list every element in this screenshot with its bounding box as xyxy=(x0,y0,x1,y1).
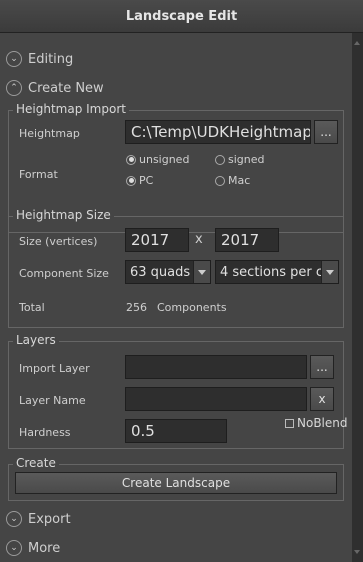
editing-expander[interactable]: ⌄ Editing xyxy=(6,49,73,69)
sections-value: 4 sections per c xyxy=(220,264,321,280)
scroll-down-icon[interactable] xyxy=(354,550,360,554)
hardness-label: Hardness xyxy=(19,426,71,439)
scrollbar[interactable] xyxy=(352,33,363,562)
import-layer-field[interactable] xyxy=(125,355,307,379)
layer-name-label: Layer Name xyxy=(19,394,86,407)
layer-name-field[interactable] xyxy=(125,387,307,411)
layers-title: Layers xyxy=(13,333,59,347)
create-landscape-button[interactable]: Create Landscape xyxy=(15,472,337,494)
radio-signed[interactable]: signed xyxy=(215,153,265,166)
window-title-text: Landscape Edit xyxy=(125,8,238,24)
component-size-value: 63 quads xyxy=(130,264,191,280)
layers-group: Layers Import Layer ... Layer Name x Har… xyxy=(8,333,348,449)
export-expander[interactable]: ⌄ Export xyxy=(6,509,71,529)
format-label: Format xyxy=(19,168,58,181)
sections-select[interactable]: 4 sections per c xyxy=(215,260,339,284)
chevron-down-icon: ⌄ xyxy=(6,51,22,67)
heightmap-import-title: Heightmap Import xyxy=(13,102,129,116)
total-label: Total xyxy=(19,301,45,314)
chevron-down-icon: ⌄ xyxy=(6,540,22,556)
heightmap-size-group: Heightmap Size Size (vertices) 2017 x 20… xyxy=(8,208,344,328)
component-size-select[interactable]: 63 quads xyxy=(125,260,211,284)
hardness-field[interactable]: 0.5 xyxy=(125,419,227,443)
size-x-field[interactable]: 2017 xyxy=(125,228,189,252)
noblend-checkbox[interactable]: NoBlend xyxy=(285,416,348,430)
dropdown-arrow-icon xyxy=(193,261,210,283)
radio-mac-dot xyxy=(215,175,225,186)
import-layer-browse-button[interactable]: ... xyxy=(310,355,334,379)
size-separator: x xyxy=(195,232,203,247)
landscape-panel: ⌄ Editing ⌃ Create New Heightmap Import … xyxy=(0,33,352,562)
create-group: Create Create Landscape xyxy=(8,456,344,501)
create-title: Create xyxy=(13,456,59,470)
radio-pc-label: PC xyxy=(139,174,154,187)
scroll-up-icon[interactable] xyxy=(354,41,360,45)
window-title: Landscape Edit xyxy=(0,0,363,33)
total-unit: Components xyxy=(157,301,227,314)
heightmap-path-field[interactable]: C:\Temp\UDKHeightmap xyxy=(125,120,311,144)
radio-pc[interactable]: PC xyxy=(126,174,153,187)
heightmap-browse-button[interactable]: ... xyxy=(314,120,338,144)
import-layer-label: Import Layer xyxy=(19,362,90,375)
export-label: Export xyxy=(28,511,71,527)
chevron-down-icon: ⌄ xyxy=(6,511,22,527)
radio-signed-dot xyxy=(215,154,225,165)
heightmap-size-title: Heightmap Size xyxy=(13,208,114,222)
noblend-label: NoBlend xyxy=(297,416,348,430)
clear-layer-button[interactable]: x xyxy=(310,387,334,411)
heightmap-label: Heightmap xyxy=(19,127,80,140)
radio-mac[interactable]: Mac xyxy=(215,174,250,187)
more-label: More xyxy=(28,540,61,556)
radio-mac-label: Mac xyxy=(228,174,251,187)
radio-pc-dot xyxy=(126,175,136,186)
create-new-expander[interactable]: ⌃ Create New xyxy=(6,78,104,98)
radio-signed-label: signed xyxy=(228,153,265,166)
editing-label: Editing xyxy=(28,51,74,67)
more-expander[interactable]: ⌄ More xyxy=(6,538,60,558)
chevron-up-icon: ⌃ xyxy=(6,80,22,96)
create-new-label: Create New xyxy=(28,80,104,96)
component-size-label: Component Size xyxy=(19,267,109,280)
dropdown-arrow-icon xyxy=(321,261,338,283)
radio-unsigned-label: unsigned xyxy=(139,153,190,166)
noblend-box xyxy=(285,418,294,428)
radio-unsigned[interactable]: unsigned xyxy=(126,153,189,166)
size-vertices-label: Size (vertices) xyxy=(19,235,98,248)
total-value: 256 xyxy=(126,301,147,314)
size-y-field[interactable]: 2017 xyxy=(215,228,279,252)
radio-unsigned-dot xyxy=(126,154,136,165)
